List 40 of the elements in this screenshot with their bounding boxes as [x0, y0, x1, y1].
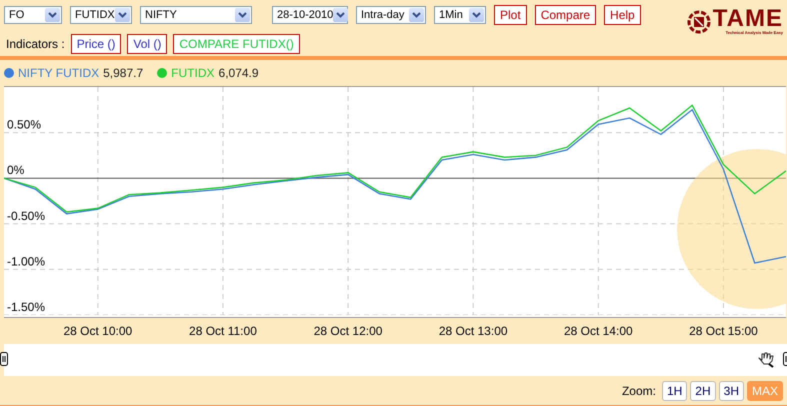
- y-axis-label: -1.50%: [7, 300, 46, 314]
- toolbar-button[interactable]: Compare: [534, 5, 596, 25]
- legend-value: 6,074.9: [218, 66, 259, 80]
- zoom-button[interactable]: 3H: [718, 380, 744, 400]
- x-axis-label: 28 Oct 12:00: [314, 324, 382, 338]
- legend-value: 5,987.7: [103, 66, 144, 80]
- zoom-button[interactable]: 2H: [690, 380, 716, 400]
- y-axis-label: -0.50%: [7, 208, 46, 223]
- y-axis-label: 0.50%: [7, 118, 42, 132]
- hand-icon: [757, 350, 775, 368]
- zoom-label: Zoom:: [622, 384, 656, 398]
- y-axis-label: 0%: [7, 163, 24, 178]
- toolbar-button[interactable]: Help: [604, 5, 641, 25]
- x-axis-label: 28 Oct 14:00: [564, 324, 633, 338]
- x-axis-label: 28 Oct 11:00: [189, 324, 257, 338]
- dropdown[interactable]: NIFTY: [140, 6, 252, 24]
- legend-label: FUTIDX: [171, 66, 215, 80]
- dropdown[interactable]: Intra-day: [356, 6, 426, 24]
- x-axis-label: 28 Oct 10:00: [63, 324, 132, 338]
- toolbar-button[interactable]: Plot: [494, 5, 527, 25]
- logo-icon: [686, 10, 711, 34]
- x-axis-label: 28 Oct 13:00: [438, 324, 508, 338]
- dropdown[interactable]: 28-10-2010: [272, 6, 348, 24]
- chevron-down-icon: [336, 12, 346, 18]
- x-axis-label: 28 Oct 15:00: [689, 324, 758, 338]
- chevron-down-icon: [48, 12, 57, 18]
- indicator-button[interactable]: Price (): [70, 34, 122, 54]
- y-axis-label: -1.00%: [7, 254, 46, 268]
- chevron-down-icon: [412, 12, 421, 18]
- dropdown[interactable]: 1Min: [434, 6, 486, 24]
- chevron-down-icon: [118, 12, 127, 18]
- chevron-down-icon: [238, 12, 247, 18]
- legend-label: NIFTY FUTIDX: [18, 66, 100, 80]
- indicator-button[interactable]: Vol (): [127, 34, 168, 54]
- chevron-down-icon: [472, 12, 481, 18]
- dropdown[interactable]: FUTIDX: [70, 6, 132, 24]
- indicators-label: Indicators :: [6, 37, 65, 51]
- zoom-button[interactable]: 1H: [662, 380, 688, 400]
- dropdown[interactable]: FO: [4, 6, 62, 24]
- logo-text: TAME: [712, 8, 783, 30]
